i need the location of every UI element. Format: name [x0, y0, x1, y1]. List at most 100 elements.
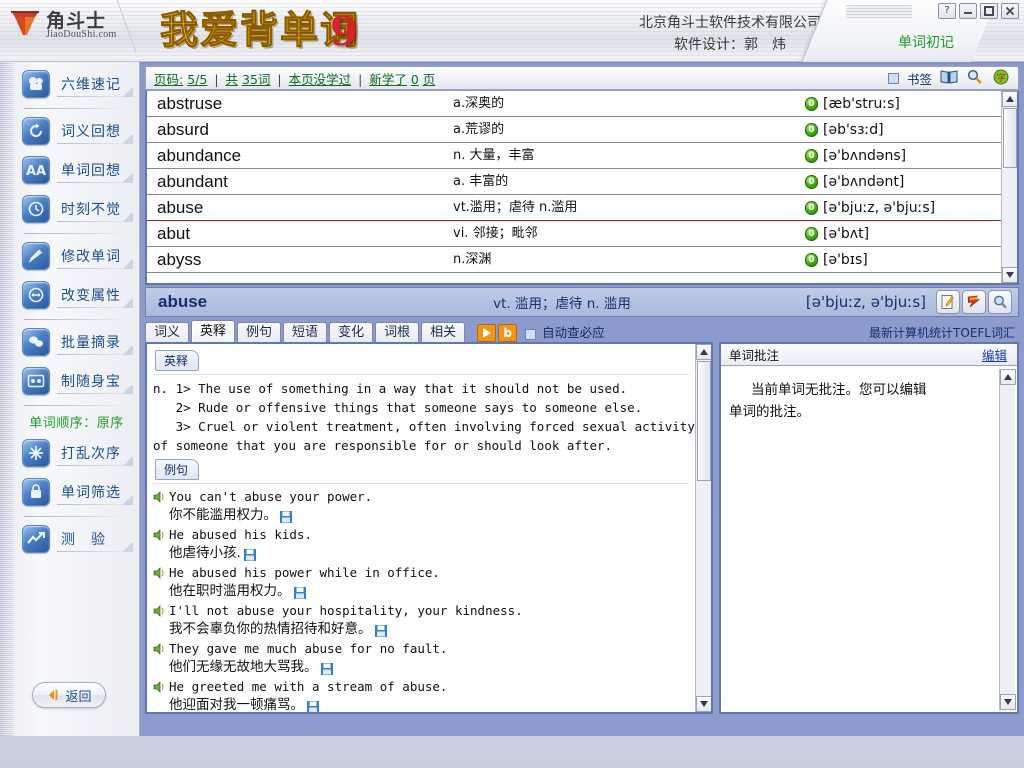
table-row-selected[interactable]: abuse vt.滥用；虐待 n.滥用 0 [ə'bjuːz, ə'bjuːs] — [147, 195, 1001, 221]
tab-variations[interactable]: 变化 — [329, 322, 373, 343]
scrollbar-thumb[interactable] — [1003, 108, 1017, 168]
sidebar-item-label: 词义回想 — [61, 121, 121, 141]
save-icon[interactable] — [280, 510, 292, 522]
table-row[interactable]: abstruse a.深奥的 0 [æb'struːs] — [147, 91, 1001, 117]
tab-word-roots[interactable]: 词根 — [375, 322, 419, 343]
total-value[interactable]: 35词 — [242, 72, 270, 87]
scroll-up-arrow-icon[interactable] — [1002, 91, 1018, 107]
sidebar-item-batch-extract[interactable]: 批量摘录 — [22, 325, 133, 359]
save-icon[interactable] — [307, 700, 319, 712]
save-icon[interactable] — [244, 548, 256, 560]
word-list[interactable]: abstruse a.深奥的 0 [æb'struːs] absurd a.荒谬… — [145, 91, 1019, 285]
note-edit-link[interactable]: 编辑 — [982, 345, 1007, 364]
close-button[interactable] — [1001, 3, 1019, 19]
sidebar-item-test[interactable]: 测 验 — [22, 522, 133, 556]
sidebar-item-label: 制随身宝 — [61, 371, 121, 391]
sidebar-item-change-attributes[interactable]: 改变属性 — [22, 278, 133, 312]
example-row[interactable]: He abused his kids. — [153, 526, 689, 544]
example-row[interactable]: He greeted me with a stream of abuse. — [153, 678, 689, 696]
example-row[interactable]: I'll not abuse your hospitality, your ki… — [153, 602, 689, 620]
window-controls: ? — [938, 3, 1019, 19]
edit-note-icon[interactable] — [936, 290, 960, 314]
label-wrap: 测 验 — [57, 526, 133, 552]
back-button[interactable]: 返回 — [32, 682, 106, 708]
speaker-icon[interactable] — [153, 490, 169, 504]
note-panel[interactable]: 单词批注 编辑 当前单词无批注。您可以编辑 单词的批注。 — [719, 342, 1019, 714]
svg-text:字: 字 — [996, 72, 1005, 84]
menu-underline — [57, 551, 133, 552]
sidebar-item-shuffle[interactable]: 打乱次序 — [22, 436, 133, 470]
sidebar-item-make-portable[interactable]: 制随身宝 — [22, 364, 133, 398]
scroll-down-arrow-icon[interactable] — [696, 696, 712, 712]
page-number-value[interactable]: 5/5 — [187, 72, 207, 87]
book-icon[interactable] — [940, 69, 958, 87]
main-content: 页码: 5/5 | 共 35词 | 本页没学过 | 新学了 0 页 书签 — [140, 62, 1024, 736]
sidebar-item-word-recall[interactable]: AA 单词回想 — [22, 153, 133, 187]
speaker-icon[interactable] — [153, 566, 169, 580]
save-icon[interactable] — [375, 624, 387, 636]
newly-learned-unit[interactable]: 页 — [423, 72, 436, 87]
sidebar-item-meaning-recall[interactable]: 词义回想 — [22, 114, 133, 148]
tab-phrases[interactable]: 短语 — [283, 322, 327, 343]
scroll-down-arrow-icon[interactable] — [1002, 267, 1018, 283]
example-row[interactable]: They gave me much abuse for no fault. — [153, 640, 689, 658]
auto-lookup-label[interactable]: 自动查必应 — [542, 322, 605, 341]
scroll-up-arrow-icon[interactable] — [1000, 369, 1016, 385]
sidebar-separator — [24, 319, 129, 320]
total-label[interactable]: 共 — [226, 72, 239, 87]
save-icon[interactable] — [294, 586, 306, 598]
tab-related[interactable]: 相关 — [421, 322, 465, 343]
definition-panel[interactable]: 英释 n. 1> The use of something in a way t… — [145, 342, 713, 714]
table-row[interactable]: abundance n. 大量，丰富 0 [ə'bʌndəns] — [147, 143, 1001, 169]
bookmark-flag-icon[interactable] — [962, 290, 986, 314]
example-row[interactable]: You can't abuse your power. — [153, 488, 689, 506]
tab-meaning[interactable]: 词义 — [145, 322, 189, 343]
sidebar-item-edit-word[interactable]: 修改单词 — [22, 239, 133, 273]
play-icon[interactable] — [477, 324, 496, 342]
table-row[interactable]: abundant a. 丰富的 0 [ə'bʌndənt] — [147, 169, 1001, 195]
newly-learned-label[interactable]: 新学了 — [369, 72, 407, 87]
tab-examples[interactable]: 例句 — [237, 322, 281, 343]
scrollbar-thumb[interactable] — [697, 361, 711, 481]
speaker-icon[interactable] — [153, 642, 169, 656]
mode-tab-label[interactable]: 单词初记 — [866, 32, 986, 52]
sidebar-item-time-unaware[interactable]: 时刻不觉 — [22, 192, 133, 226]
definition-cell: a. 丰富的 — [447, 169, 801, 195]
tab-english-definition[interactable]: 英释 — [191, 320, 235, 343]
sidebar-item-word-filter[interactable]: 单词筛选 — [22, 475, 133, 509]
table-row[interactable]: abut vi. 邻接；毗邻 0 [ə'bʌt] — [147, 221, 1001, 247]
note-scrollbar[interactable] — [999, 369, 1015, 710]
scroll-down-arrow-icon[interactable] — [1000, 694, 1016, 710]
sidebar-item-six-dimension[interactable]: 六维速记 — [22, 67, 133, 101]
speaker-icon[interactable] — [153, 604, 169, 618]
bookmark-label[interactable]: 书签 — [907, 69, 932, 88]
bookmark-checkbox[interactable] — [888, 73, 899, 84]
speaker-icon[interactable] — [153, 528, 169, 542]
scroll-up-arrow-icon[interactable] — [696, 344, 712, 360]
section-label-english: 英释 — [155, 350, 199, 371]
phonetic-text: [ə'bɪs] — [823, 247, 868, 273]
phonetic-cell: 0 [ə'bʌt] — [801, 221, 1001, 247]
note-panel-body[interactable]: 当前单词无批注。您可以编辑 单词的批注。 — [723, 369, 999, 710]
word-list-scrollbar[interactable] — [1001, 91, 1017, 283]
level-badge-icon: 0 — [805, 97, 818, 111]
not-studied-link[interactable]: 本页没学过 — [289, 72, 352, 87]
help-button[interactable]: ? — [938, 3, 956, 19]
speaker-icon[interactable] — [153, 680, 169, 694]
chinese-char-icon[interactable]: 字 — [992, 69, 1010, 87]
table-row[interactable]: abyss n.深渊 0 [ə'bɪs] — [147, 247, 1001, 273]
search-magnifier-icon[interactable] — [988, 290, 1012, 314]
page-number-label[interactable]: 页码: — [154, 72, 183, 87]
table-row[interactable]: absurd a.荒谬的 0 [əb'sɜːd] — [147, 117, 1001, 143]
auto-lookup-checkbox[interactable] — [525, 329, 536, 340]
note-panel-header: 单词批注 编辑 — [721, 344, 1017, 366]
b-search-icon[interactable]: b — [498, 324, 517, 342]
example-row[interactable]: He abused his power while in office. — [153, 564, 689, 582]
newly-learned-value[interactable]: 0 — [411, 72, 419, 87]
minimize-button[interactable] — [959, 3, 977, 19]
magnifier-icon[interactable] — [966, 69, 984, 87]
definition-scrollbar[interactable] — [695, 344, 711, 712]
save-icon[interactable] — [321, 662, 333, 674]
maximize-button[interactable] — [980, 3, 998, 19]
back-button-label: 返回 — [65, 686, 91, 705]
